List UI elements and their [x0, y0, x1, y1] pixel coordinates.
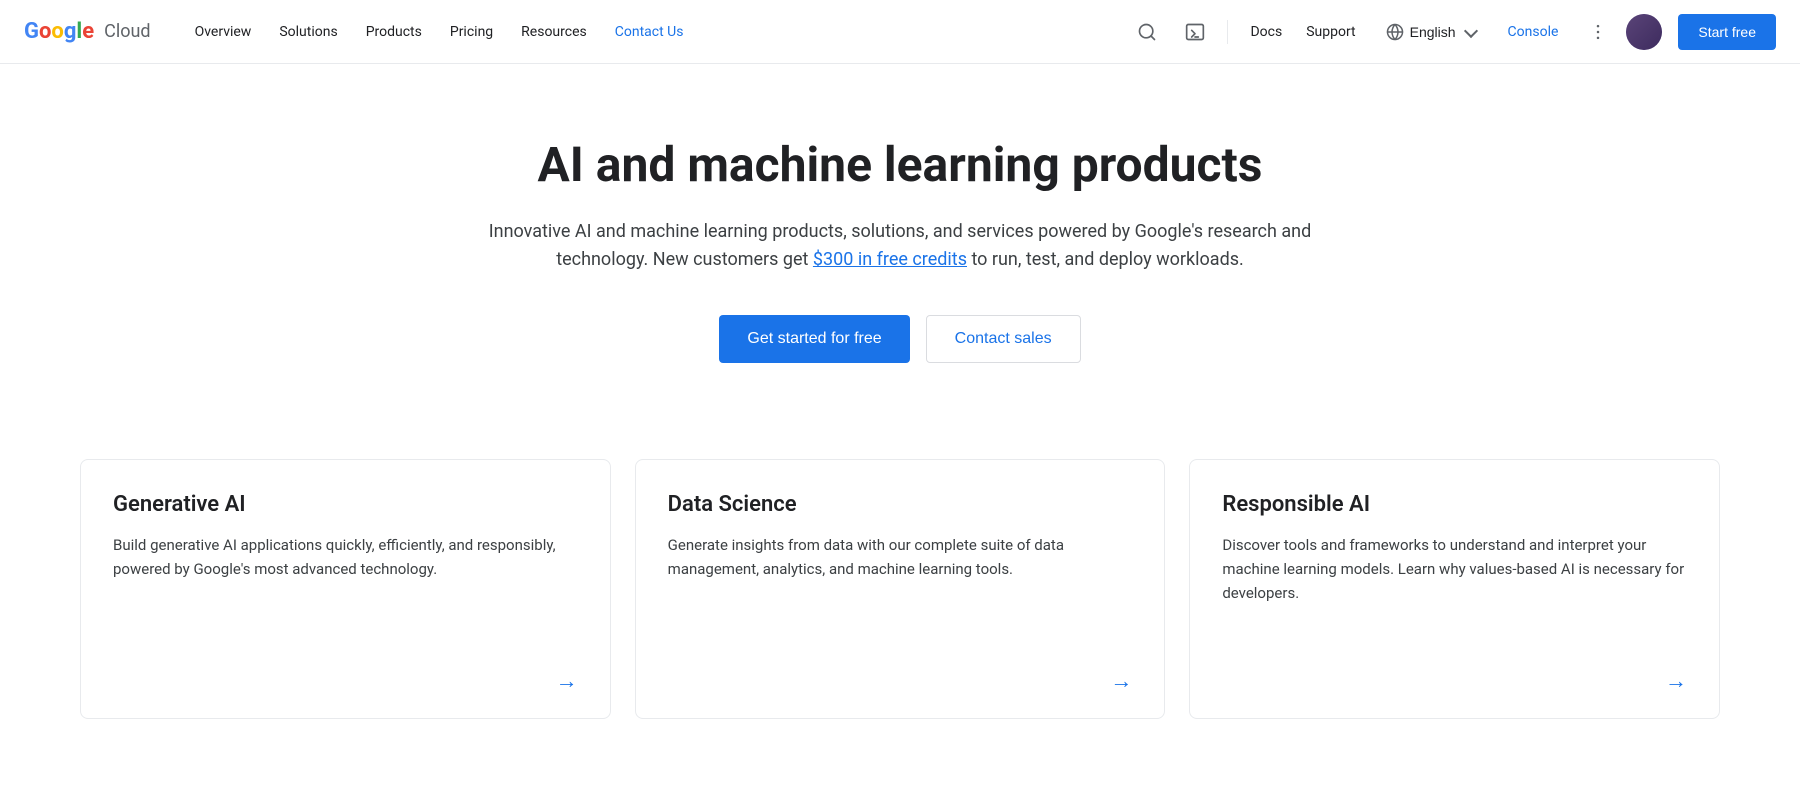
terminal-icon: [1185, 22, 1205, 42]
google-logo: Google: [24, 19, 94, 44]
chevron-down-icon: [1463, 23, 1477, 37]
nav-solutions[interactable]: Solutions: [267, 16, 349, 48]
user-avatar[interactable]: [1626, 14, 1662, 50]
card-responsible-ai-arrow: →: [1222, 668, 1687, 694]
language-label: English: [1410, 24, 1456, 40]
logo-link[interactable]: Google Cloud: [24, 19, 151, 44]
card-data-science[interactable]: Data Science Generate insights from data…: [635, 459, 1166, 719]
nav-right: Docs Support English Console Start free: [1127, 12, 1776, 52]
more-vert-icon: [1588, 22, 1608, 42]
card-responsible-ai[interactable]: Responsible AI Discover tools and framew…: [1189, 459, 1720, 719]
avatar-image: [1626, 14, 1662, 50]
card-generative-ai-arrow: →: [113, 668, 578, 694]
nav-divider: [1227, 20, 1228, 44]
hero-section: AI and machine learning products Innovat…: [450, 64, 1350, 411]
free-credits-link[interactable]: $300 in free credits: [813, 249, 967, 270]
console-link[interactable]: Console: [1496, 16, 1571, 48]
card-responsible-ai-title: Responsible AI: [1222, 492, 1687, 517]
card-data-science-title: Data Science: [668, 492, 1133, 517]
nav-resources[interactable]: Resources: [509, 16, 599, 48]
hero-subtitle-after: to run, test, and deploy workloads.: [967, 249, 1244, 270]
docs-support-links: Docs Support: [1240, 16, 1365, 48]
contact-sales-button[interactable]: Contact sales: [926, 315, 1081, 363]
card-responsible-ai-desc: Discover tools and frameworks to underst…: [1222, 533, 1687, 644]
hero-buttons: Get started for free Contact sales: [474, 315, 1326, 363]
cards-section: Generative AI Build generative AI applic…: [0, 411, 1800, 779]
card-generative-ai-desc: Build generative AI applications quickly…: [113, 533, 578, 644]
hero-subtitle: Innovative AI and machine learning produ…: [474, 218, 1326, 276]
navbar: Google Cloud Overview Solutions Products…: [0, 0, 1800, 64]
get-started-button[interactable]: Get started for free: [719, 315, 909, 363]
nav-pricing[interactable]: Pricing: [438, 16, 505, 48]
search-button[interactable]: [1127, 12, 1167, 52]
start-free-button[interactable]: Start free: [1678, 14, 1776, 50]
card-generative-ai-title: Generative AI: [113, 492, 578, 517]
search-icon: [1137, 22, 1157, 42]
card-generative-ai[interactable]: Generative AI Build generative AI applic…: [80, 459, 611, 719]
card-data-science-desc: Generate insights from data with our com…: [668, 533, 1133, 644]
support-link[interactable]: Support: [1296, 16, 1365, 48]
card-data-science-arrow: →: [668, 668, 1133, 694]
nav-links: Overview Solutions Products Pricing Reso…: [183, 16, 1128, 48]
terminal-button[interactable]: [1175, 12, 1215, 52]
nav-products[interactable]: Products: [354, 16, 434, 48]
nav-contact-us[interactable]: Contact Us: [603, 16, 696, 48]
hero-title: AI and machine learning products: [474, 136, 1326, 194]
language-button[interactable]: English: [1374, 15, 1488, 49]
globe-icon: [1386, 23, 1404, 41]
docs-link[interactable]: Docs: [1240, 16, 1292, 48]
nav-overview[interactable]: Overview: [183, 16, 264, 48]
more-options-button[interactable]: [1578, 12, 1618, 52]
logo-cloud-text: Cloud: [104, 21, 150, 42]
